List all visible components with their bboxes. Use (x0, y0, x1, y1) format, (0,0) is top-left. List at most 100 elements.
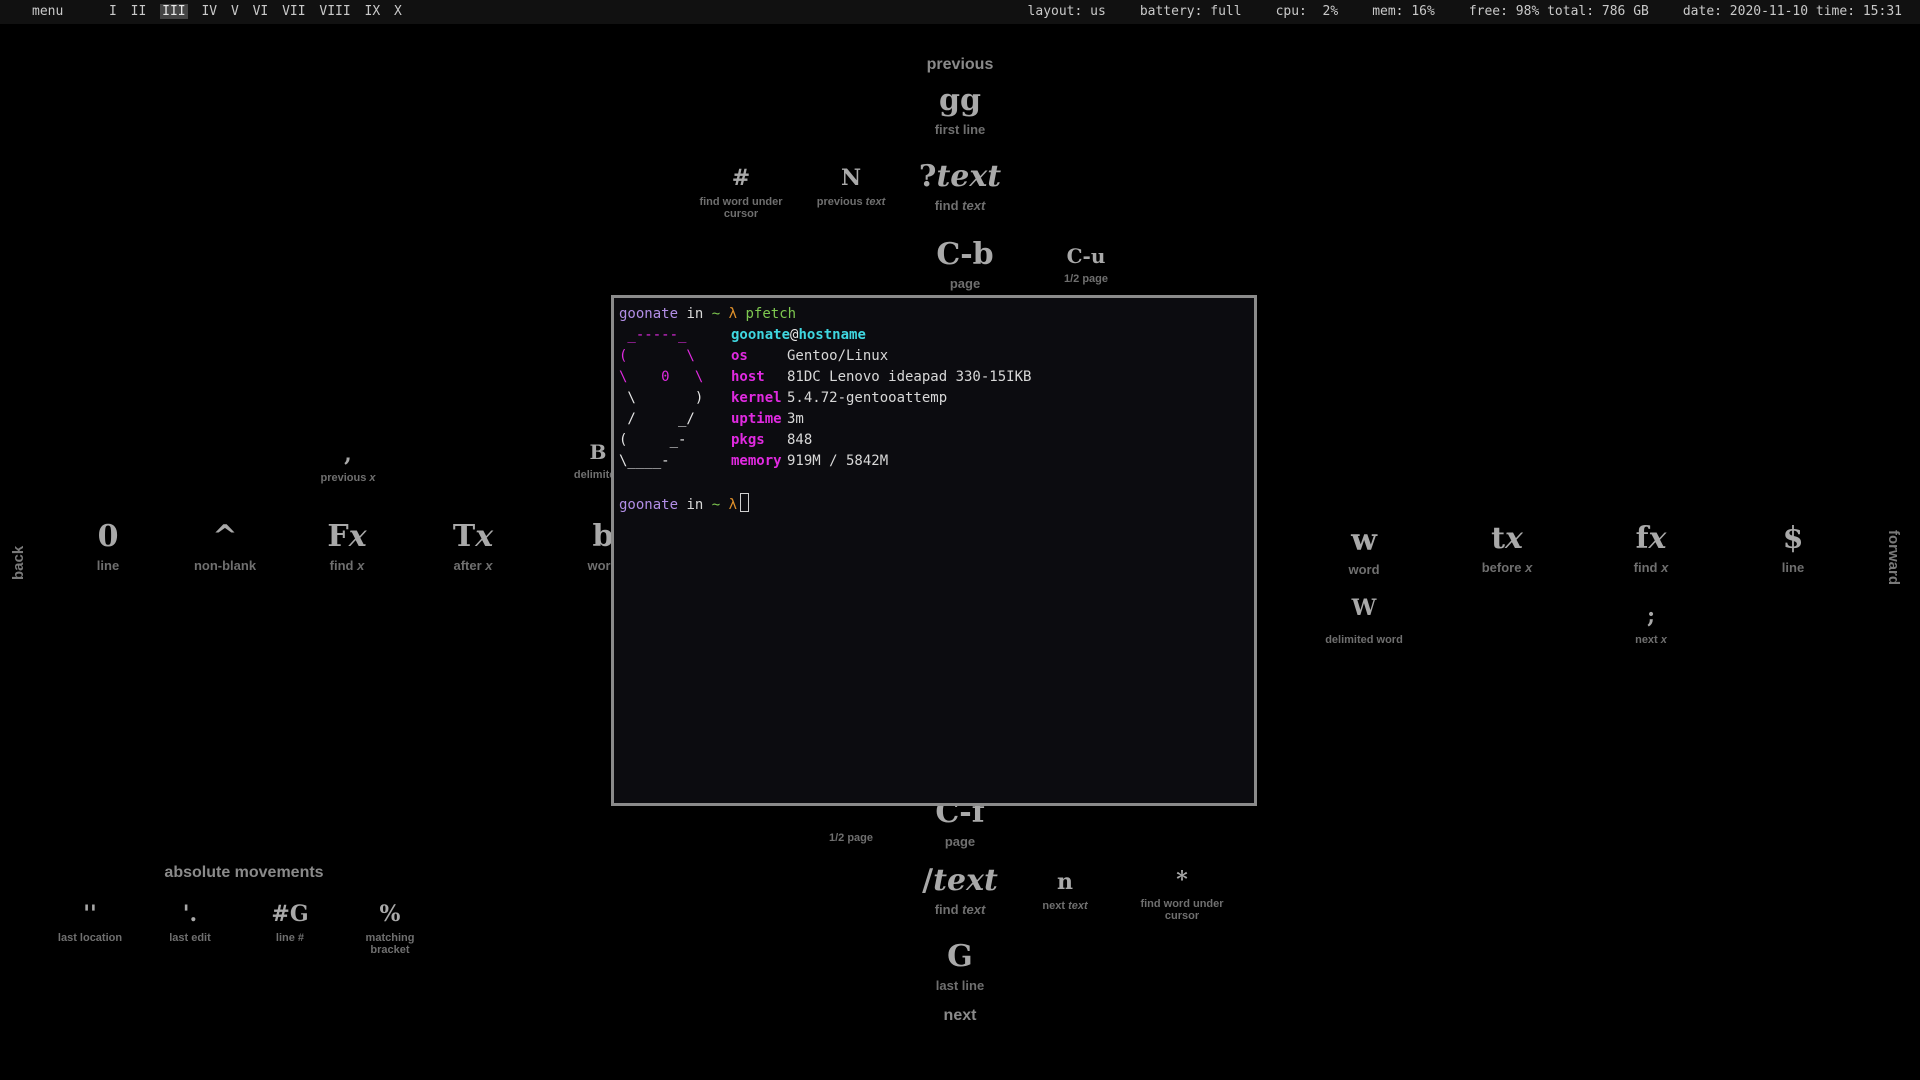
cmd-desc: page (949, 276, 981, 291)
desc-em: x (369, 472, 376, 484)
desc-text: after (453, 558, 482, 573)
prompt-in: in (686, 497, 704, 513)
desc-em: text (962, 198, 986, 213)
key-em: x (1648, 521, 1667, 556)
command-text: pfetch (745, 306, 797, 322)
desc-text: find (1633, 560, 1658, 575)
cmd-desc: find word under cursor (1140, 898, 1224, 922)
workspace-1[interactable]: I (109, 4, 117, 19)
desc-em: text (962, 902, 986, 917)
cmd-C-d: 1/2 page (829, 828, 873, 844)
key-em: x (475, 519, 494, 554)
cmd-key: * (1176, 867, 1188, 893)
cmd-desc: non-blank (193, 558, 257, 573)
cmd-w: w word (1348, 524, 1379, 578)
workspace-4[interactable]: IV (201, 4, 217, 19)
key-text: ? (918, 159, 937, 194)
prompt-line: goonate in ~ λ pfetch (619, 304, 1249, 325)
cmd-desc: find text (922, 902, 998, 917)
ascii-art-line: / _/ (619, 411, 695, 427)
cmd-key: ?text (919, 160, 1001, 194)
cmd-key: # (731, 165, 751, 191)
cpu-indicator: cpu: 2% (1275, 4, 1339, 19)
desc-text: find (329, 558, 354, 573)
prompt-lambda: λ (728, 497, 738, 513)
layout-indicator: layout: us (1027, 4, 1106, 19)
cmd-number-G: #G line # (271, 900, 308, 944)
prompt-user: goonate (619, 497, 679, 513)
cmd-desc: line # (275, 932, 305, 944)
cmd-desc: last edit (169, 932, 211, 944)
cmd-N: N previous text (817, 164, 885, 208)
info-key: host (731, 369, 765, 385)
desc-em: x (1525, 560, 1533, 575)
mem-indicator: mem: 16% (1372, 4, 1435, 19)
cmd-W: W delimited word (1325, 594, 1403, 646)
info-value: 3m (787, 411, 804, 427)
prompt-dir: ~ (711, 306, 721, 322)
next-heading: next (943, 1007, 977, 1024)
cmd-star: * find word under cursor (1137, 866, 1227, 922)
cmd-key: tx (1482, 522, 1533, 556)
prompt-lambda: λ (728, 306, 738, 322)
key-text: T (452, 519, 476, 554)
desc-text: next (1042, 900, 1065, 912)
ascii-art-line: \ ) (619, 390, 704, 406)
prompt-dir: ~ (711, 497, 721, 513)
cmd-key: /text (922, 864, 998, 898)
prompt-in: in (686, 306, 704, 322)
cmd-key: G (947, 939, 973, 974)
desc-em: text (865, 196, 886, 208)
prompt-line-active[interactable]: goonate in ~ λ (619, 493, 1249, 514)
info-value: 5.4.72-gentooattemp (787, 390, 948, 406)
workspace-2[interactable]: II (131, 4, 147, 19)
cmd-desc: find x (1634, 560, 1669, 575)
cmd-desc: 1/2 page (828, 832, 874, 844)
cmd-desc: 1/2 page (1063, 273, 1109, 285)
key-text: / (922, 863, 934, 898)
workspace-7[interactable]: VII (282, 4, 305, 19)
cmd-desc: matching bracket (365, 932, 415, 956)
info-key: kernel (731, 390, 782, 406)
cmd-n: n next text (1042, 868, 1087, 912)
pfetch-row: ( \ os Gentoo/Linux (619, 346, 1249, 367)
cmd-desc: last line (935, 978, 985, 993)
desc-em: x (485, 558, 493, 573)
cmd-desc: previous x (320, 472, 375, 484)
cmd-desc: next text (1042, 900, 1087, 912)
cmd-fx: fx find x (1634, 521, 1669, 576)
menu-button[interactable]: menu (32, 4, 63, 19)
text-cursor[interactable] (740, 493, 750, 512)
info-key: os (731, 348, 748, 364)
workspace-6[interactable]: VI (253, 4, 269, 19)
cmd-desc: page (944, 834, 976, 849)
terminal-window[interactable]: goonate in ~ λ pfetch _-----_ goonate@ho… (611, 295, 1257, 806)
workspace-10[interactable]: X (394, 4, 402, 19)
cmd-tx: tx before x (1482, 522, 1533, 576)
pfetch-row: \ ) kernel 5.4.72-gentooattemp (619, 388, 1249, 409)
cmd-desc: find x (327, 558, 366, 573)
battery-indicator: battery: full (1139, 4, 1242, 19)
cmd-key: $ (1782, 521, 1804, 556)
cmd-tick-dot: '. last edit (169, 900, 211, 944)
workspace-8[interactable]: VIII (319, 4, 350, 19)
cmd-percent: % matching bracket (360, 900, 420, 956)
info-value: 919M / 5842M (787, 453, 889, 469)
pfetch-host: hostname (798, 327, 866, 343)
desc-em: x (357, 558, 365, 573)
workspace-9[interactable]: IX (365, 4, 381, 19)
desc-text: next (1635, 634, 1658, 646)
workspace-5[interactable]: V (231, 4, 239, 19)
key-em: text (936, 159, 1002, 194)
workspace-3-active[interactable]: III (160, 4, 188, 19)
key-text: f (1635, 521, 1649, 556)
prompt-user: goonate (619, 306, 679, 322)
pfetch-row: _-----_ goonate@hostname (619, 325, 1249, 346)
cmd-slash-text: /text find text (922, 864, 998, 918)
info-value: 81DC Lenovo ideapad 330-15IKB (787, 369, 1032, 385)
key-em: x (348, 519, 367, 554)
forward-label: forward (1885, 530, 1902, 586)
key-em: text (933, 863, 998, 898)
cmd-caret: ^ non-blank (193, 520, 257, 574)
